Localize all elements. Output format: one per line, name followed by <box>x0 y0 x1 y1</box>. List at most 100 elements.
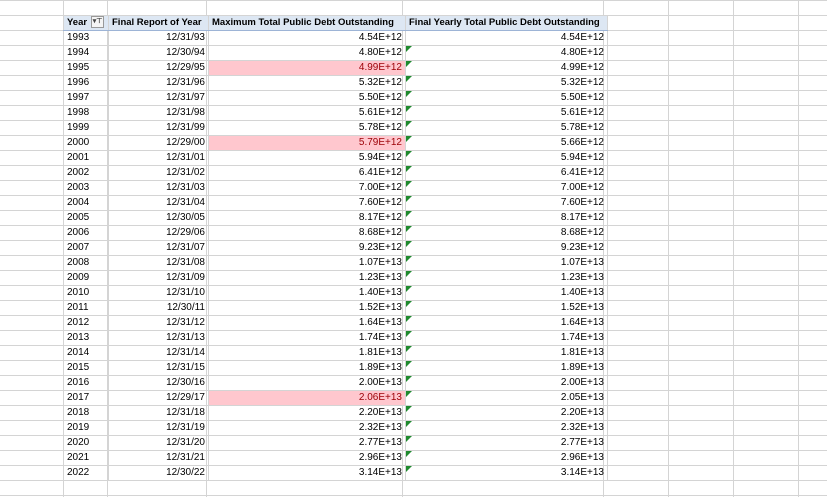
max-debt-cell[interactable]: 1.89E+13 <box>208 360 406 376</box>
max-debt-cell[interactable]: 8.68E+12 <box>208 225 406 241</box>
year-cell[interactable]: 2000 <box>63 135 109 151</box>
final-debt-cell[interactable]: 1.52E+13 <box>405 300 608 316</box>
error-indicator-icon[interactable] <box>406 46 412 52</box>
error-indicator-icon[interactable] <box>406 151 412 157</box>
year-cell[interactable]: 2003 <box>63 180 109 196</box>
year-cell[interactable]: 2019 <box>63 420 109 436</box>
year-cell[interactable]: 1994 <box>63 45 109 61</box>
error-indicator-icon[interactable] <box>406 271 412 277</box>
error-indicator-icon[interactable] <box>406 406 412 412</box>
year-cell[interactable]: 2001 <box>63 150 109 166</box>
error-indicator-icon[interactable] <box>406 361 412 367</box>
final-debt-cell[interactable]: 1.74E+13 <box>405 330 608 346</box>
max-debt-cell[interactable]: 5.94E+12 <box>208 150 406 166</box>
final-debt-cell[interactable]: 1.64E+13 <box>405 315 608 331</box>
max-debt-cell[interactable]: 1.81E+13 <box>208 345 406 361</box>
max-debt-cell[interactable]: 1.07E+13 <box>208 255 406 271</box>
year-cell[interactable]: 2011 <box>63 300 109 316</box>
error-indicator-icon[interactable] <box>406 76 412 82</box>
max-debt-cell[interactable]: 2.00E+13 <box>208 375 406 391</box>
max-debt-cell[interactable]: 1.40E+13 <box>208 285 406 301</box>
year-cell[interactable]: 2007 <box>63 240 109 256</box>
date-cell[interactable]: 12/31/04 <box>108 195 209 211</box>
max-debt-cell[interactable]: 4.99E+12 <box>208 60 406 76</box>
error-indicator-icon[interactable] <box>406 436 412 442</box>
final-debt-cell[interactable]: 7.60E+12 <box>405 195 608 211</box>
max-debt-cell[interactable]: 5.79E+12 <box>208 135 406 151</box>
year-cell[interactable]: 2008 <box>63 255 109 271</box>
final-debt-cell[interactable]: 2.77E+13 <box>405 435 608 451</box>
date-cell[interactable]: 12/31/01 <box>108 150 209 166</box>
year-cell[interactable]: 1993 <box>63 30 109 46</box>
date-cell[interactable]: 12/31/99 <box>108 120 209 136</box>
max-debt-cell[interactable]: 4.80E+12 <box>208 45 406 61</box>
year-cell[interactable]: 2022 <box>63 465 109 481</box>
final-debt-cell[interactable]: 9.23E+12 <box>405 240 608 256</box>
max-debt-cell[interactable]: 2.32E+13 <box>208 420 406 436</box>
final-debt-cell[interactable]: 2.05E+13 <box>405 390 608 406</box>
filter-icon[interactable]: ▾⊤ <box>91 16 105 29</box>
year-cell[interactable]: 2015 <box>63 360 109 376</box>
error-indicator-icon[interactable] <box>406 166 412 172</box>
max-debt-cell[interactable]: 3.14E+13 <box>208 465 406 481</box>
max-debt-cell[interactable]: 6.41E+12 <box>208 165 406 181</box>
error-indicator-icon[interactable] <box>406 391 412 397</box>
header-year[interactable]: Year ▾⊤ <box>63 15 109 31</box>
date-cell[interactable]: 12/31/10 <box>108 285 209 301</box>
final-debt-cell[interactable]: 1.23E+13 <box>405 270 608 286</box>
header-final-debt[interactable]: Final Yearly Total Public Debt Outstandi… <box>405 15 608 31</box>
year-cell[interactable]: 2020 <box>63 435 109 451</box>
final-debt-cell[interactable]: 2.20E+13 <box>405 405 608 421</box>
year-cell[interactable]: 2018 <box>63 405 109 421</box>
year-cell[interactable]: 2013 <box>63 330 109 346</box>
max-debt-cell[interactable]: 7.60E+12 <box>208 195 406 211</box>
year-cell[interactable]: 1996 <box>63 75 109 91</box>
date-cell[interactable]: 12/31/12 <box>108 315 209 331</box>
final-debt-cell[interactable]: 5.94E+12 <box>405 150 608 166</box>
max-debt-cell[interactable]: 1.64E+13 <box>208 315 406 331</box>
error-indicator-icon[interactable] <box>406 376 412 382</box>
max-debt-cell[interactable]: 7.00E+12 <box>208 180 406 196</box>
final-debt-cell[interactable]: 8.68E+12 <box>405 225 608 241</box>
error-indicator-icon[interactable] <box>406 196 412 202</box>
error-indicator-icon[interactable] <box>406 316 412 322</box>
date-cell[interactable]: 12/31/96 <box>108 75 209 91</box>
date-cell[interactable]: 12/31/21 <box>108 450 209 466</box>
date-cell[interactable]: 12/30/05 <box>108 210 209 226</box>
error-indicator-icon[interactable] <box>406 466 412 472</box>
date-cell[interactable]: 12/30/11 <box>108 300 209 316</box>
error-indicator-icon[interactable] <box>406 241 412 247</box>
final-debt-cell[interactable]: 2.00E+13 <box>405 375 608 391</box>
error-indicator-icon[interactable] <box>406 286 412 292</box>
year-cell[interactable]: 2009 <box>63 270 109 286</box>
date-cell[interactable]: 12/31/19 <box>108 420 209 436</box>
date-cell[interactable]: 12/31/97 <box>108 90 209 106</box>
max-debt-cell[interactable]: 1.23E+13 <box>208 270 406 286</box>
error-indicator-icon[interactable] <box>406 181 412 187</box>
date-cell[interactable]: 12/29/00 <box>108 135 209 151</box>
error-indicator-icon[interactable] <box>406 91 412 97</box>
final-debt-cell[interactable]: 1.07E+13 <box>405 255 608 271</box>
final-debt-cell[interactable]: 1.81E+13 <box>405 345 608 361</box>
date-cell[interactable]: 12/29/95 <box>108 60 209 76</box>
final-debt-cell[interactable]: 2.32E+13 <box>405 420 608 436</box>
max-debt-cell[interactable]: 2.77E+13 <box>208 435 406 451</box>
date-cell[interactable]: 12/31/07 <box>108 240 209 256</box>
year-cell[interactable]: 2017 <box>63 390 109 406</box>
year-cell[interactable]: 2012 <box>63 315 109 331</box>
error-indicator-icon[interactable] <box>406 451 412 457</box>
max-debt-cell[interactable]: 2.96E+13 <box>208 450 406 466</box>
error-indicator-icon[interactable] <box>406 61 412 67</box>
date-cell[interactable]: 12/31/98 <box>108 105 209 121</box>
date-cell[interactable]: 12/31/13 <box>108 330 209 346</box>
year-cell[interactable]: 1995 <box>63 60 109 76</box>
header-final-report[interactable]: Final Report of Year <box>108 15 209 31</box>
date-cell[interactable]: 12/31/08 <box>108 255 209 271</box>
max-debt-cell[interactable]: 5.61E+12 <box>208 105 406 121</box>
max-debt-cell[interactable]: 1.52E+13 <box>208 300 406 316</box>
date-cell[interactable]: 12/31/14 <box>108 345 209 361</box>
max-debt-cell[interactable]: 5.32E+12 <box>208 75 406 91</box>
error-indicator-icon[interactable] <box>406 331 412 337</box>
error-indicator-icon[interactable] <box>406 106 412 112</box>
error-indicator-icon[interactable] <box>406 121 412 127</box>
